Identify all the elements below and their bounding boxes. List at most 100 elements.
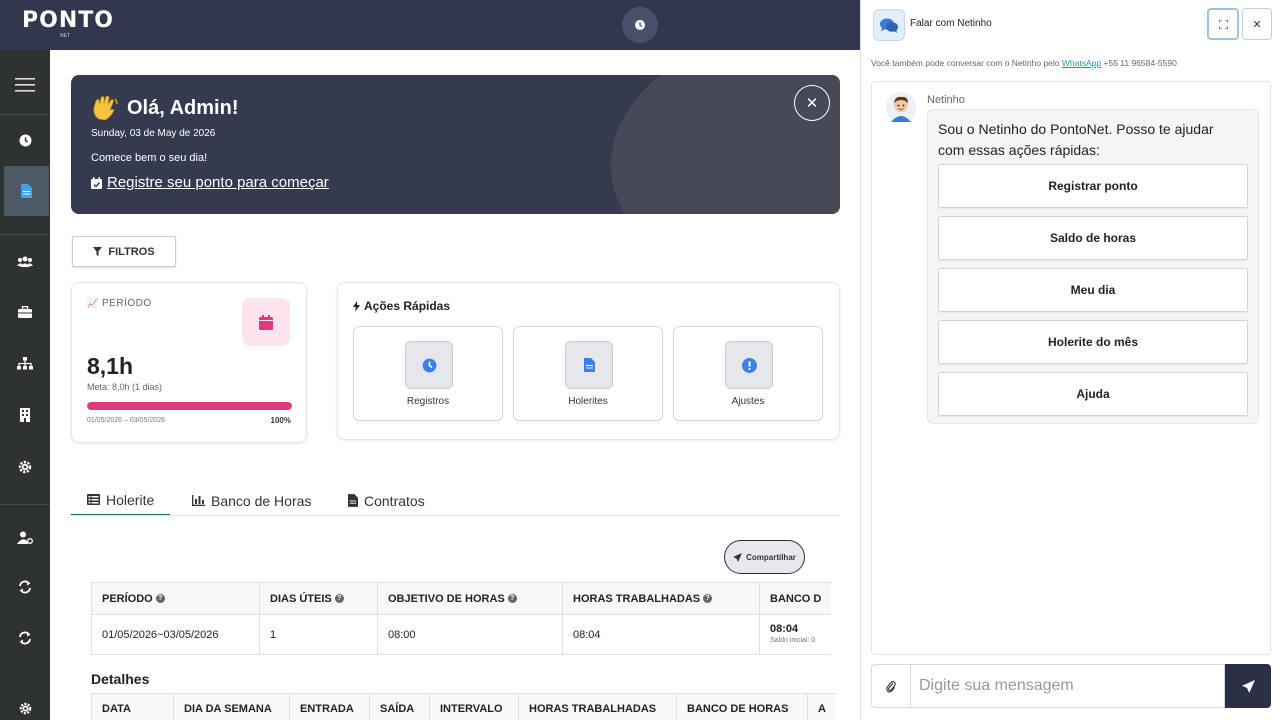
quick-icon-box (565, 341, 613, 389)
list-icon (87, 494, 100, 505)
close-chat-button[interactable]: ✕ (1242, 8, 1272, 40)
building-icon (20, 408, 30, 422)
sitemap-icon (17, 356, 33, 369)
sidebar-item-clock[interactable] (0, 115, 50, 165)
chat-action-holerite-do-mes[interactable]: Holerite do mês (938, 320, 1248, 364)
paper-plane-icon (733, 552, 743, 562)
period-label: 📈 PERÍODO (87, 298, 152, 309)
quick-action-ajustes[interactable]: Ajustes (673, 326, 823, 421)
period-hours-value: 8,1h (87, 353, 134, 379)
gear-icon (19, 702, 31, 714)
whatsapp-link[interactable]: WhatsApp (1062, 58, 1101, 68)
sidebar-item-users[interactable] (0, 236, 50, 286)
share-button[interactable]: Compartilhar (724, 540, 805, 574)
gear-icon (18, 460, 32, 474)
sidebar-item-briefcase[interactable] (0, 287, 50, 337)
menu-toggle[interactable] (0, 60, 50, 110)
help-icon[interactable]: ? (334, 594, 344, 604)
calendar-check-icon (91, 176, 102, 189)
clock-button[interactable] (622, 7, 658, 43)
document-icon (21, 184, 32, 198)
bar-chart-icon (192, 495, 205, 506)
top-header: PONTO NET (0, 0, 860, 50)
chat-title: Falar com Netinho (910, 18, 992, 29)
period-progress-fill (87, 402, 292, 410)
bot-avatar (886, 92, 916, 122)
sidebar-item-user-settings[interactable] (0, 512, 50, 562)
quick-action-registros[interactable]: Registros (353, 326, 503, 421)
header-dias-uteis: DIAS ÚTEIS? (259, 582, 378, 615)
paperclip-icon (886, 680, 896, 693)
hamburger-icon (15, 78, 35, 92)
chat-action-ajuda[interactable]: Ajuda (938, 372, 1248, 416)
close-banner-button[interactable]: ✕ (794, 85, 830, 121)
tab-contratos[interactable]: Contratos (332, 485, 441, 516)
tab-holerite[interactable]: Holerite (71, 485, 171, 516)
sidebar-item-config[interactable] (0, 683, 50, 720)
welcome-date: Sunday, 03 de May de 2026 (91, 128, 216, 139)
chat-bubbles-icon (880, 18, 898, 33)
expand-chat-button[interactable] (1207, 8, 1239, 40)
welcome-message: Comece bem o seu dia! (91, 152, 208, 164)
calendar-icon (259, 314, 273, 330)
header-horas-trabalhadas: HORAS TRABALHADAS? (562, 582, 760, 615)
sync-icon (19, 580, 31, 594)
filters-button[interactable]: FILTROS (72, 236, 176, 267)
sidebar-item-company[interactable] (0, 390, 50, 440)
quick-actions-card: Ações Rápidas Registros Holerites Ajuste… (337, 282, 840, 440)
message-input[interactable] (911, 664, 1225, 708)
sidebar-item-sync[interactable] (0, 562, 50, 612)
table-header-row: DATA DIA DA SEMANA ENTRADA SAÍDA INTERVA… (91, 693, 836, 720)
period-card: 📈 PERÍODO 8,1h Meta: 8,0h (1 dias) 01/05… (71, 282, 307, 443)
clock-icon (19, 134, 31, 146)
send-button[interactable] (1225, 664, 1271, 708)
table-header-row: PERÍODO? DIAS ÚTEIS? OBJETIVO DE HORAS? … (91, 582, 832, 615)
tab-banco-de-horas[interactable]: Banco de Horas (176, 485, 327, 516)
welcome-banner: Olá, Admin! Sunday, 03 de May de 2026 Co… (71, 75, 840, 214)
quick-action-holerites[interactable]: Holerites (513, 326, 663, 421)
briefcase-icon (18, 306, 32, 318)
file-icon (348, 494, 358, 507)
expand-icon (1218, 19, 1228, 29)
period-icon-box (242, 298, 290, 346)
attach-button[interactable] (871, 664, 911, 708)
quick-actions-title: Ações Rápidas (353, 299, 450, 313)
period-range: 01/05/2026 – 03/05/2026 (87, 417, 165, 424)
tabs-section: Holerite Banco de Horas Contratos Compar… (71, 463, 840, 720)
paper-plane-icon (1241, 679, 1255, 693)
main-content: Olá, Admin! Sunday, 03 de May de 2026 Co… (50, 50, 860, 720)
help-icon[interactable]: ? (155, 594, 165, 604)
bolt-icon (353, 300, 360, 312)
welcome-greeting: Olá, Admin! (91, 95, 238, 121)
summary-table: PERÍODO? DIAS ÚTEIS? OBJETIVO DE HORAS? … (91, 582, 832, 655)
header-objetivo: OBJETIVO DE HORAS? (377, 582, 563, 615)
waving-hand-icon (93, 95, 118, 121)
close-icon: ✕ (805, 95, 819, 112)
chat-messages[interactable]: Netinho Sou o Netinho do PontoNet. Posso… (871, 81, 1271, 655)
sync-icon (19, 631, 31, 645)
details-title: Detalhes (91, 671, 150, 687)
logo[interactable]: PONTO (22, 8, 114, 33)
details-table: DATA DIA DA SEMANA ENTRADA SAÍDA INTERVA… (91, 693, 836, 720)
close-icon: ✕ (1252, 18, 1262, 31)
quick-icon-box (405, 341, 453, 389)
logo-sub: NET (60, 33, 70, 39)
bot-message-text: Sou o Netinho do PontoNet. Posso te ajud… (938, 121, 1214, 158)
period-progress-bar (87, 402, 292, 410)
help-icon[interactable]: ? (703, 594, 713, 604)
bot-name: Netinho (927, 94, 965, 106)
chat-action-meu-dia[interactable]: Meu dia (938, 268, 1248, 312)
sidebar-item-settings[interactable] (0, 442, 50, 492)
chat-action-saldo-de-horas[interactable]: Saldo de horas (938, 216, 1248, 260)
sidebar-item-org-chart[interactable] (0, 338, 50, 388)
filter-icon (93, 247, 103, 256)
help-icon[interactable]: ? (507, 594, 517, 604)
quick-icon-box (725, 341, 773, 389)
chat-action-registrar-ponto[interactable]: Registrar ponto (938, 164, 1248, 208)
clock-icon (635, 20, 645, 30)
whatsapp-note: Você também pode conversar com o Netinho… (871, 58, 1177, 68)
sidebar-item-sync-2[interactable] (0, 613, 50, 663)
chart-trend-icon: 📈 (87, 298, 99, 308)
register-punch-link[interactable]: Registre seu ponto para começar (91, 174, 329, 191)
sidebar-item-documents[interactable] (4, 166, 49, 216)
